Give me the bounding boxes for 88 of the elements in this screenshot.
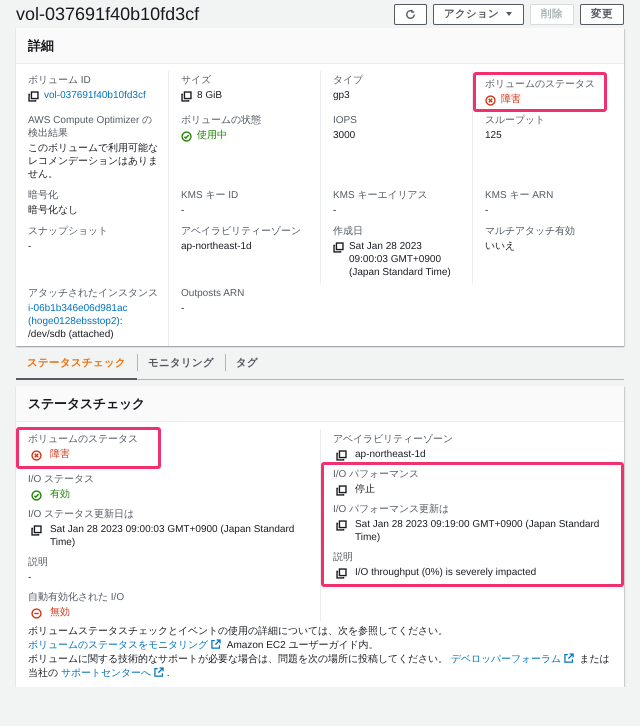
copy-icon[interactable] <box>336 485 347 496</box>
attachment-value: i-06b1b346e06d981ac (hoge0128ebsstop2): /dev/sdb (attached) <box>28 302 129 341</box>
panel-title: ステータスチェック <box>16 386 624 422</box>
external-link-icon <box>211 639 221 649</box>
external-link-icon <box>154 667 164 677</box>
field-value: - <box>181 302 186 315</box>
field-label: I/O ステータス <box>28 473 96 486</box>
actions-dropdown[interactable]: アクション <box>433 4 524 24</box>
field-value: ap-northeast-1d <box>181 240 253 253</box>
field-label: IOPS <box>333 114 358 127</box>
status-text: 有効 <box>50 488 70 501</box>
help-link[interactable]: デベロッパーフォーラム <box>450 654 561 665</box>
action-button[interactable]: 変更 <box>580 4 624 24</box>
field-label: ボリューム ID <box>28 74 92 87</box>
caret-icon <box>505 10 513 18</box>
status-text: 無効 <box>50 606 70 619</box>
field-value: 暗号化なし <box>28 204 79 217</box>
error-icon <box>485 95 496 106</box>
field-label: I/O パフォーマンス <box>333 468 420 481</box>
field-value: このボリュームで利用可能なレコメンデーションはありません。 <box>28 142 158 181</box>
field-label: スナップショット <box>28 225 109 238</box>
field-value: 3000 <box>333 129 356 142</box>
copy-icon[interactable] <box>336 568 347 579</box>
field-value: Sat Jan 28 2023 09:19:00 GMT+0900 (Japan Standard Time) <box>355 518 600 544</box>
copy-icon[interactable] <box>28 91 39 102</box>
field-label: AWS Compute Optimizer の検出結果 <box>28 114 154 140</box>
field-label: KMS キー ARN <box>485 189 554 202</box>
field-label: I/O パフォーマンス更新は <box>333 503 450 516</box>
field-label: 作成日 <box>333 225 364 238</box>
tab[interactable]: タグ <box>225 350 269 380</box>
status-text: 使用中 <box>197 129 227 142</box>
help-link[interactable]: サポートセンターへ <box>60 668 151 679</box>
field-label: サイズ <box>181 74 212 87</box>
field-label: I/O ステータス更新日は <box>28 508 136 521</box>
copy-icon[interactable] <box>181 91 192 102</box>
field-value: - <box>28 571 32 584</box>
help-link[interactable]: ボリュームのステータスをモニタリング <box>28 640 208 651</box>
field-label: 説明 <box>333 551 354 564</box>
field-value: gp3 <box>333 89 351 102</box>
volume-id-link[interactable]: vol-037691f40b10fd3cf <box>44 89 146 102</box>
copy-icon[interactable] <box>336 450 347 461</box>
field-label: 説明 <box>28 556 49 569</box>
success-icon <box>31 490 42 501</box>
external-link-icon <box>564 653 574 663</box>
instance-link[interactable]: (hoge0128ebsstop2) <box>28 316 120 327</box>
instance-link[interactable]: i-06b1b346e06d981ac <box>28 303 128 314</box>
field-label: スループット <box>485 114 546 127</box>
field-value: いいえ <box>485 240 516 253</box>
tab[interactable]: ステータスチェック <box>16 350 137 380</box>
field-label: Outposts ARN <box>181 287 246 300</box>
field-value: - <box>485 204 490 217</box>
refresh-button[interactable] <box>394 4 427 24</box>
success-icon <box>181 131 192 142</box>
page-title: vol-037691f40b10fd3cf <box>16 4 200 24</box>
status-text: 障害 <box>501 93 521 106</box>
field-label: アベイラビリティーゾーン <box>181 225 302 238</box>
tab[interactable]: モニタリング <box>137 350 225 380</box>
field-label: KMS キーエイリアス <box>333 189 428 202</box>
copy-icon[interactable] <box>31 525 42 536</box>
field-value: Sat Jan 28 2023 09:00:03 GMT+0900 (Japan Standard Time) <box>349 240 452 279</box>
field-label: 暗号化 <box>28 189 59 202</box>
copy-icon[interactable] <box>333 242 344 253</box>
field-value: - <box>28 240 32 253</box>
field-value: 125 <box>485 129 503 142</box>
field-label: アタッチされたインスタンス <box>28 287 158 300</box>
field-value: - <box>181 204 186 217</box>
field-value: - <box>333 204 338 217</box>
field-label: 自動有効化された I/O <box>28 591 126 604</box>
field-label: ボリュームの状態 <box>181 114 262 127</box>
error-icon <box>31 450 42 461</box>
field-label: マルチアタッチ有効 <box>485 225 576 238</box>
status-text: 障害 <box>50 448 70 461</box>
field-label: ボリュームのステータス <box>485 78 595 91</box>
field-label: タイプ <box>333 74 364 87</box>
refresh-icon <box>405 8 416 20</box>
help-text: ボリュームに関する技術的なサポートが必要な場合は、問題を次の場所に投稿してください。 デベロッパーフォーラム または当社の サポートセンターへ . <box>28 653 611 681</box>
field-label: アベイラビリティーゾーン <box>333 433 454 446</box>
field-value: 停止 <box>355 483 375 496</box>
copy-icon[interactable] <box>336 520 347 531</box>
field-value: Sat Jan 28 2023 09:00:03 GMT+0900 (Japan Standard Time) <box>50 523 296 549</box>
panel-title: 詳細 <box>16 28 624 64</box>
field-label: KMS キー ID <box>181 189 240 202</box>
field-value: ap-northeast-1d <box>355 448 426 461</box>
field-value: 8 GiB <box>197 89 222 102</box>
disabled-icon <box>31 608 42 619</box>
field-label: ボリュームのステータス <box>28 433 138 446</box>
field-value: I/O throughput (0%) is severely impacted <box>355 566 536 579</box>
help-text: ボリュームステータスチェックとイベントの使用の詳細については、次を参照してください。 ボリュームのステータスをモニタリング Amazon EC2 ユーザーガイド内。 <box>28 625 449 653</box>
